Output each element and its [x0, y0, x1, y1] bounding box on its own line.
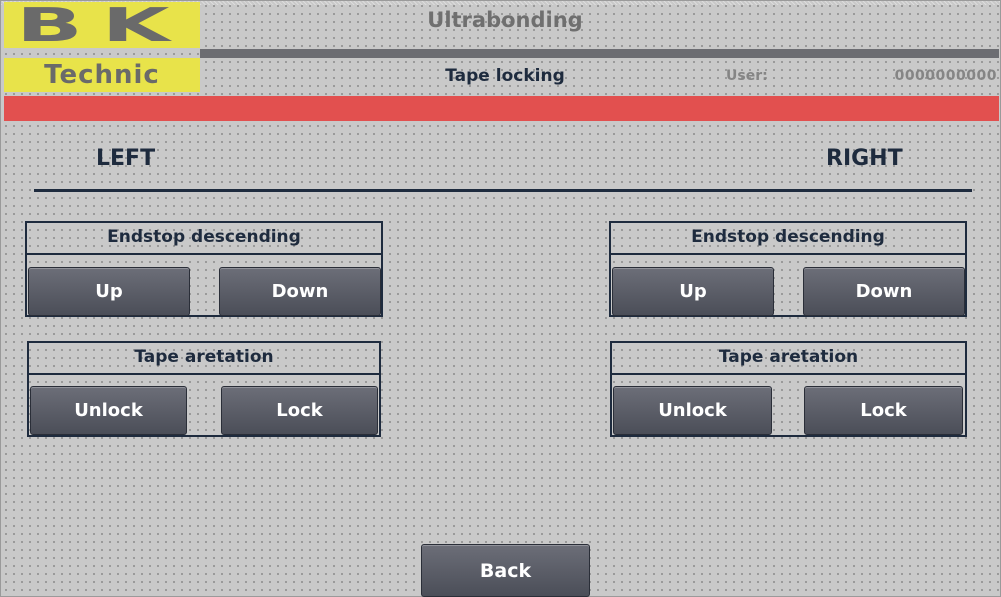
logo-technic: Technic [4, 58, 200, 92]
heading-divider [34, 189, 972, 192]
alarm-bar [4, 96, 999, 121]
screen-title: Tape locking [445, 66, 565, 86]
left-endstop-up-button[interactable]: Up [28, 267, 190, 316]
left-tape-lock-button[interactable]: Lock [221, 386, 378, 435]
left-heading: LEFT [96, 146, 156, 171]
right-tape-unlock-button[interactable]: Unlock [613, 386, 772, 435]
user-label: User: [726, 68, 768, 84]
right-tape-title: Tape aretation [718, 347, 859, 367]
back-button[interactable]: Back [421, 544, 590, 597]
left-endstop-down-button[interactable]: Down [219, 267, 381, 316]
left-tape-group: Tape aretation Unlock Lock [27, 341, 381, 437]
logo-technic-text: Technic [44, 60, 160, 90]
right-endstop-group: Endstop descending Up Down [609, 221, 967, 317]
left-tape-unlock-button[interactable]: Unlock [30, 386, 187, 435]
logo-bk-text: BK [15, 0, 189, 52]
group-rule [611, 253, 965, 255]
title-bar [200, 49, 999, 58]
user-value: 0000000000 [894, 68, 997, 84]
group-rule [27, 253, 381, 255]
logo-bk: BK [4, 2, 200, 48]
right-endstop-title: Endstop descending [691, 227, 885, 247]
group-rule [612, 373, 965, 375]
right-endstop-down-button[interactable]: Down [803, 267, 965, 316]
left-endstop-group: Endstop descending Up Down [25, 221, 383, 317]
right-endstop-up-button[interactable]: Up [612, 267, 774, 316]
group-rule [29, 373, 379, 375]
right-heading: RIGHT [826, 146, 903, 171]
left-endstop-title: Endstop descending [107, 227, 301, 247]
left-tape-title: Tape aretation [134, 347, 274, 367]
right-tape-lock-button[interactable]: Lock [804, 386, 963, 435]
right-tape-group: Tape aretation Unlock Lock [610, 341, 967, 437]
app-title: Ultrabonding [427, 8, 583, 32]
